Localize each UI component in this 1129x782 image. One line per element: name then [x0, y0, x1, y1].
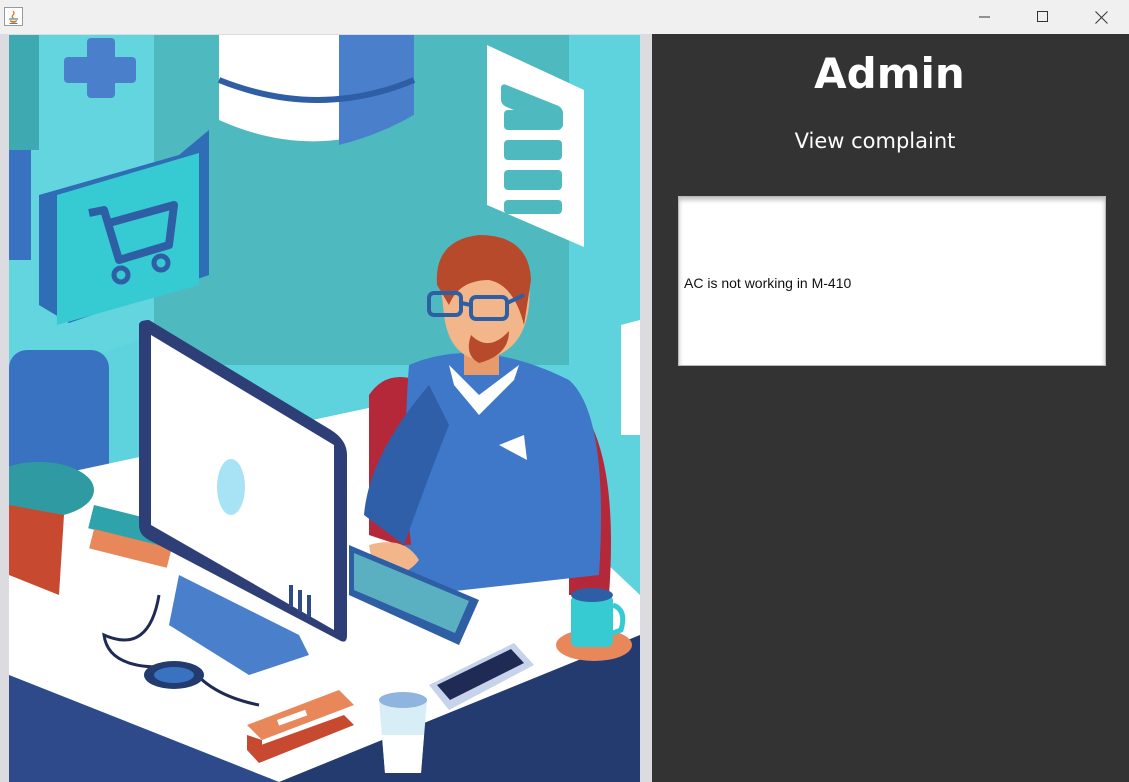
complaint-text-area[interactable]: AC is not working in M-410	[678, 196, 1106, 366]
close-button[interactable]	[1072, 0, 1129, 34]
page-title-text: Admin	[814, 49, 965, 98]
window-content: Admin View complaint AC is not working i…	[0, 34, 1129, 782]
page-title: Admin	[652, 48, 1129, 100]
ceiling-lamp-icon	[217, 35, 416, 145]
section-subtitle: View complaint	[794, 129, 956, 153]
admin-panel: Admin View complaint AC is not working i…	[652, 34, 1129, 782]
window-titlebar	[0, 0, 1129, 34]
glass-icon	[379, 692, 427, 773]
complaint-text: AC is not working in M-410	[684, 275, 852, 291]
close-icon	[1094, 10, 1108, 24]
minimize-button[interactable]	[956, 0, 1014, 34]
maximize-icon	[1037, 11, 1048, 22]
office-worker-illustration	[9, 35, 640, 782]
java-app-icon	[4, 7, 23, 26]
minimize-icon	[979, 16, 990, 18]
maximize-button[interactable]	[1014, 0, 1072, 34]
